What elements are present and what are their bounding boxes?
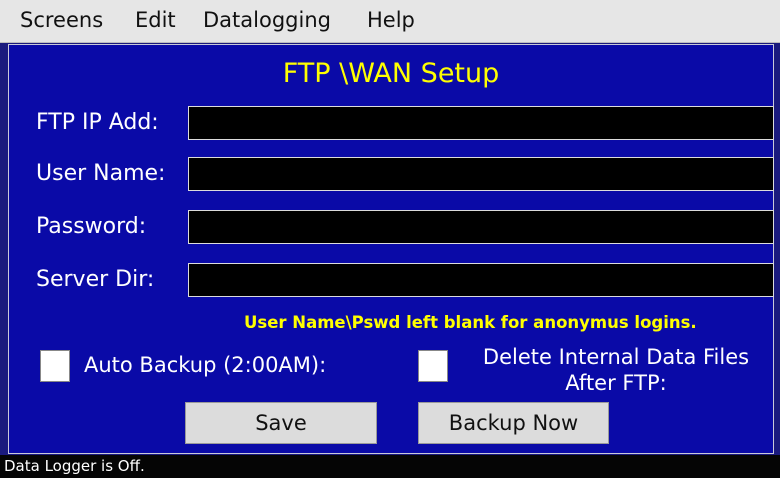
ftp-ip-input[interactable] <box>188 106 774 140</box>
page-title: FTP \WAN Setup <box>282 58 500 89</box>
user-name-label: User Name: <box>36 161 166 186</box>
menu-edit[interactable]: Edit <box>135 8 176 32</box>
auto-backup-checkbox[interactable] <box>40 350 70 382</box>
server-dir-label: Server Dir: <box>36 267 155 292</box>
menu-help[interactable]: Help <box>367 8 415 32</box>
auto-backup-label: Auto Backup (2:00AM): <box>84 353 327 377</box>
delete-files-label-line2: After FTP: <box>565 371 667 395</box>
anonymous-login-hint: User Name\Pswd left blank for anonymus l… <box>244 313 697 332</box>
menu-screens[interactable]: Screens <box>20 8 103 32</box>
user-name-input[interactable] <box>188 157 774 191</box>
menu-bar: Screens Edit Datalogging Help <box>0 0 780 43</box>
password-input[interactable] <box>188 210 774 244</box>
delete-files-label: Delete Internal Data Files After FTP: <box>468 344 764 396</box>
password-label: Password: <box>36 214 147 239</box>
server-dir-input[interactable] <box>188 263 774 297</box>
ftp-ip-label: FTP IP Add: <box>36 110 159 135</box>
delete-files-checkbox[interactable] <box>418 350 448 382</box>
backup-now-button[interactable]: Backup Now <box>418 402 609 444</box>
save-button[interactable]: Save <box>185 402 377 444</box>
status-bar: Data Logger is Off. <box>0 455 780 478</box>
status-text: Data Logger is Off. <box>4 457 145 475</box>
delete-files-label-line1: Delete Internal Data Files <box>482 345 750 369</box>
menu-datalogging[interactable]: Datalogging <box>203 8 331 32</box>
